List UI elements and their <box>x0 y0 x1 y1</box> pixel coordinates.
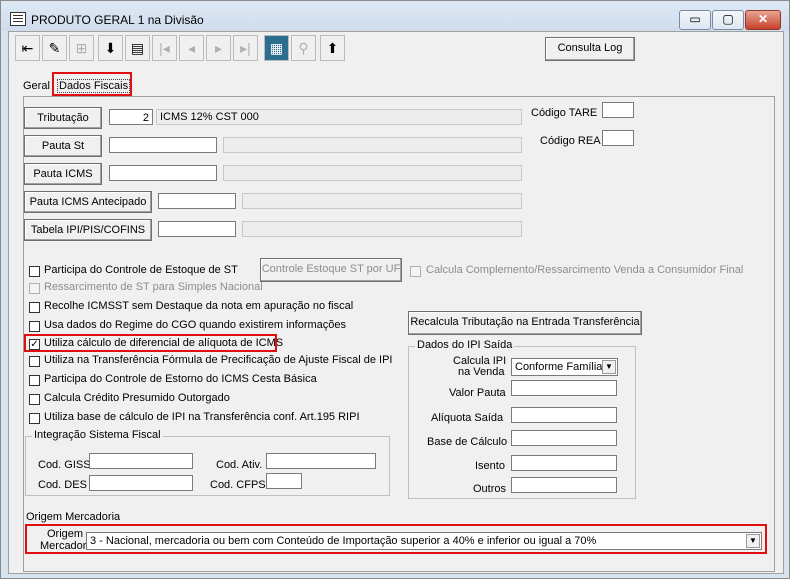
prev-icon[interactable]: ◂ <box>179 35 204 61</box>
highlight-origem <box>25 524 767 554</box>
base-calculo-input[interactable] <box>511 430 617 446</box>
label-credito-presumido: Calcula Crédito Presumido Outorgado <box>44 392 230 404</box>
cod-cfps-input[interactable] <box>266 473 302 489</box>
checkbox-controle-estoque-st[interactable] <box>29 266 40 277</box>
valor-pauta-label: Valor Pauta <box>449 387 506 399</box>
next-icon[interactable]: ▸ <box>206 35 231 61</box>
exit-icon[interactable]: ⇤ <box>15 35 40 61</box>
checkbox-regime-cgo[interactable] <box>29 321 40 332</box>
tabela-ipi-button[interactable]: Tabela IPI/PIS/COFINS <box>24 219 152 241</box>
label-estorno-icms: Participa do Controle de Estorno do ICMS… <box>44 373 317 385</box>
checkbox-recolhe-icmsst[interactable] <box>29 302 40 313</box>
origem-group-title: Origem Mercadoria <box>26 511 121 523</box>
client-area: ⇤ ✎ ⊞ ⬇ ▤ |◂ ◂ ▸ ▸| ▦ ⚲ ⬆ Consulta Log G… <box>8 31 784 574</box>
save-icon[interactable]: ⬇ <box>98 35 123 61</box>
title-bar: PRODUTO GERAL 1 na Divisão ▭ ▢ ✕ <box>1 1 789 31</box>
chevron-down-icon[interactable]: ▼ <box>602 360 616 374</box>
highlight-tab <box>52 72 132 96</box>
last-icon[interactable]: ▸| <box>233 35 258 61</box>
find-icon[interactable]: ⚲ <box>291 35 316 61</box>
calcula-ipi-select[interactable]: Conforme Família ▼ <box>511 358 618 376</box>
pauta-icms-antecipado-button[interactable]: Pauta ICMS Antecipado <box>24 191 152 213</box>
label-ressarcimento-st: Ressarcimento de ST para Simples Naciona… <box>44 281 263 293</box>
pauta-icms-button[interactable]: Pauta ICMS <box>24 163 102 185</box>
recalcula-tributacao-button[interactable]: Recalcula Tributação na Entrada Transfer… <box>408 311 642 335</box>
controle-estoque-st-uf-button[interactable]: Controle Estoque ST por UF <box>260 258 402 282</box>
pauta-icms-antecipado-code[interactable] <box>158 193 236 209</box>
calcula-ipi-label-2: na Venda <box>458 366 505 378</box>
first-icon[interactable]: |◂ <box>152 35 177 61</box>
pauta-icms-antecipado-desc <box>242 193 522 209</box>
codigo-rea-label: Código REA <box>540 135 601 147</box>
cod-giss-input[interactable] <box>89 453 193 469</box>
pauta-icms-desc <box>223 165 522 181</box>
close-button[interactable]: ✕ <box>745 10 781 30</box>
form-icon <box>10 12 26 26</box>
codigo-tare-label: Código TARE <box>531 107 598 119</box>
main-window: PRODUTO GERAL 1 na Divisão ▭ ▢ ✕ ⇤ ✎ ⊞ ⬇… <box>0 0 790 579</box>
pauta-st-desc <box>223 137 522 153</box>
isento-label: Isento <box>475 460 505 472</box>
label-regime-cgo: Usa dados do Regime do CGO quando existi… <box>44 319 347 331</box>
pauta-st-button[interactable]: Pauta St <box>24 135 102 157</box>
ipi-saida-title: Dados do IPI Saída <box>415 339 515 351</box>
tributacao-desc: ICMS 12% CST 000 <box>156 109 522 125</box>
edit-icon[interactable]: ✎ <box>42 35 67 61</box>
checkbox-formula-ipi[interactable] <box>29 356 40 367</box>
tab-geral[interactable]: Geral <box>23 80 50 92</box>
aliquota-saida-label: Alíquota Saída <box>431 412 504 424</box>
outros-label: Outros <box>473 483 507 495</box>
pauta-icms-code[interactable] <box>109 165 217 181</box>
print-icon[interactable]: ▤ <box>125 35 150 61</box>
label-calcula-complemento: Calcula Complemento/Ressarcimento Venda … <box>426 264 744 276</box>
window-title: PRODUTO GERAL 1 na Divisão <box>31 13 204 27</box>
codigo-rea-input[interactable] <box>602 130 634 146</box>
tributacao-button[interactable]: Tributação <box>24 107 102 129</box>
pauta-st-code[interactable] <box>109 137 217 153</box>
highlight-diferencial <box>24 334 277 352</box>
minimize-button[interactable]: ▭ <box>679 10 711 30</box>
cod-des-input[interactable] <box>89 475 193 491</box>
cod-cfps-label: Cod. CFPS <box>210 479 266 491</box>
tributacao-code[interactable]: 2 <box>109 109 153 125</box>
checkbox-calcula-complemento[interactable] <box>410 266 421 277</box>
valor-pauta-input[interactable] <box>511 380 617 396</box>
cod-giss-label: Cod. GISS <box>38 459 91 471</box>
maximize-button[interactable]: ▢ <box>712 10 744 30</box>
isento-input[interactable] <box>511 455 617 471</box>
ipi-saida-group: Dados do IPI Saída Calcula IPI na Venda … <box>408 339 636 499</box>
toolbar: ⇤ ✎ ⊞ ⬇ ▤ |◂ ◂ ▸ ▸| ▦ ⚲ ⬆ Consulta Log <box>9 32 783 64</box>
checkbox-ressarcimento-st[interactable] <box>29 283 40 294</box>
label-formula-ipi: Utiliza na Transferência Fórmula de Prec… <box>44 354 393 366</box>
checkbox-credito-presumido[interactable] <box>29 394 40 405</box>
tree-icon[interactable]: ⊞ <box>69 35 94 61</box>
import-icon[interactable]: ⬆ <box>320 35 345 61</box>
codigo-tare-input[interactable] <box>602 102 634 118</box>
cod-ativ-input[interactable] <box>266 453 376 469</box>
aliquota-saida-input[interactable] <box>511 407 617 423</box>
tabela-ipi-code[interactable] <box>158 221 236 237</box>
checkbox-base-ipi[interactable] <box>29 413 40 424</box>
cod-ativ-label: Cod. Ativ. <box>216 459 263 471</box>
cod-des-label: Cod. DES <box>38 479 87 491</box>
grid-icon[interactable]: ▦ <box>264 35 289 61</box>
tabela-ipi-desc <box>242 221 522 237</box>
calcula-ipi-value: Conforme Família <box>515 361 603 373</box>
outros-input[interactable] <box>511 477 617 493</box>
checkbox-estorno-icms[interactable] <box>29 375 40 386</box>
label-controle-estoque-st: Participa do Controle de Estoque de ST <box>44 264 238 276</box>
label-recolhe-icmsst: Recolhe ICMSST sem Destaque da nota em a… <box>44 300 354 312</box>
integracao-title: Integração Sistema Fiscal <box>32 429 163 441</box>
integracao-group: Integração Sistema Fiscal Cod. GISS Cod.… <box>25 429 390 496</box>
consulta-log-button[interactable]: Consulta Log <box>545 37 635 61</box>
base-calculo-label: Base de Cálculo <box>427 436 508 448</box>
label-base-ipi: Utiliza base de cálculo de IPI na Transf… <box>44 411 360 423</box>
